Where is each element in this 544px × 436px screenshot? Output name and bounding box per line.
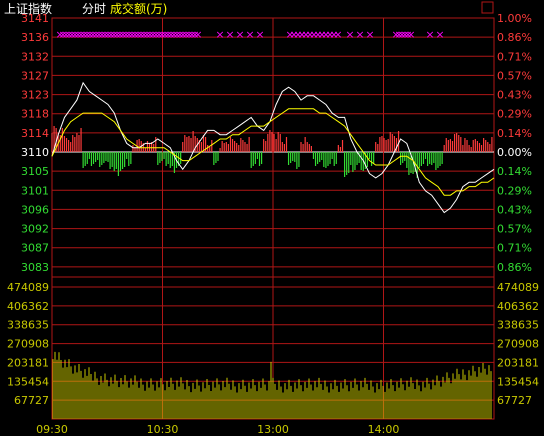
- volume-tick-label: 270908: [7, 338, 49, 351]
- volume-tick-label-right: 203181: [497, 356, 539, 369]
- pct-tick-label: 0.43%: [497, 89, 532, 102]
- volume-tick-label: 135454: [7, 375, 49, 388]
- volume-tick-label-right: 406362: [497, 300, 539, 313]
- chart-canvas: × × × × × × × × × × × × × × × × × × × × × × × × × × × × × × × × × × × × × × × ×…: [0, 0, 544, 436]
- limit-marker: ×: [355, 28, 364, 41]
- limit-marker: ×: [255, 28, 264, 41]
- price-tick-label: 3083: [21, 261, 49, 274]
- volume-tick-label: 338635: [7, 319, 49, 332]
- time-tick-label: 13:00: [257, 423, 289, 436]
- limit-marker: ×: [215, 28, 224, 41]
- volume-tick-label: 203181: [7, 356, 49, 369]
- limit-marker: ×: [435, 28, 444, 41]
- mode-label[interactable]: 分时: [82, 2, 106, 16]
- volume-tick-label: 474089: [7, 281, 49, 294]
- index-name: 上证指数: [4, 1, 52, 16]
- price-tick-label: 3101: [21, 184, 49, 197]
- time-tick-label: 09:30: [36, 423, 68, 436]
- pct-tick-label: 0.86%: [497, 31, 532, 44]
- window-toggle-icon[interactable]: [481, 1, 494, 14]
- chart-marks: [51, 126, 493, 419]
- pct-tick-label: 0.14%: [497, 127, 532, 140]
- price-tick-label: 3105: [21, 165, 49, 178]
- price-tick-label: 3096: [21, 203, 49, 216]
- limit-marker: ×: [193, 28, 202, 41]
- pct-tick-label: 0.86%: [497, 261, 532, 274]
- volume-label: 成交额(万): [110, 1, 167, 16]
- limit-marker: ×: [345, 28, 354, 41]
- volume-tick-label-right: 270908: [497, 338, 539, 351]
- limit-marker: ×: [406, 28, 415, 41]
- volume-tick-label-right: 135454: [497, 375, 539, 388]
- pct-tick-label: 0.71%: [497, 242, 532, 255]
- volume-tick-label-right: 338635: [497, 319, 539, 332]
- volume-tick-label: 406362: [7, 300, 49, 313]
- price-tick-label: 3092: [21, 223, 49, 236]
- limit-marker: ×: [365, 28, 374, 41]
- pct-tick-label: 0.29%: [497, 108, 532, 121]
- limit-marker: ×: [225, 28, 234, 41]
- limit-marker: ×: [333, 28, 342, 41]
- price-tick-label: 3132: [21, 50, 49, 63]
- pct-tick-label: 0.14%: [497, 165, 532, 178]
- limit-marker: ×: [245, 28, 254, 41]
- pct-tick-label: 0.29%: [497, 184, 532, 197]
- price-tick-label: 3118: [21, 108, 49, 121]
- pct-tick-label: 0.57%: [497, 69, 532, 82]
- grid: [51, 17, 495, 420]
- volume-tick-label: 67727: [14, 394, 49, 407]
- pct-tick-label: 1.00%: [497, 12, 532, 25]
- volume-tick-label-right: 67727: [497, 394, 532, 407]
- price-tick-label: 3127: [21, 69, 49, 82]
- time-tick-label: 14:00: [368, 423, 400, 436]
- price-tick-label: 3136: [21, 31, 49, 44]
- price-tick-label: 3123: [21, 89, 49, 102]
- pct-tick-label: 0.00%: [497, 146, 532, 159]
- limit-markers: ××××××××××××××××××××××××××××××××××××××××…: [55, 28, 444, 41]
- chart-header: 上证指数 分时 成交额(万): [4, 1, 167, 16]
- pct-tick-label: 0.57%: [497, 223, 532, 236]
- pct-tick-label: 0.71%: [497, 50, 532, 63]
- price-tick-label: 3110: [21, 146, 49, 159]
- limit-marker: ×: [425, 28, 434, 41]
- time-tick-label: 10:30: [147, 423, 179, 436]
- limit-marker: ×: [235, 28, 244, 41]
- price-tick-label: 3087: [21, 242, 49, 255]
- pct-tick-label: 0.43%: [497, 203, 532, 216]
- volume-tick-label-right: 474089: [497, 281, 539, 294]
- price-tick-label: 3114: [21, 127, 49, 140]
- intraday-chart: ××××××××××××××××××××××××××××××××××××××××…: [4, 1, 539, 436]
